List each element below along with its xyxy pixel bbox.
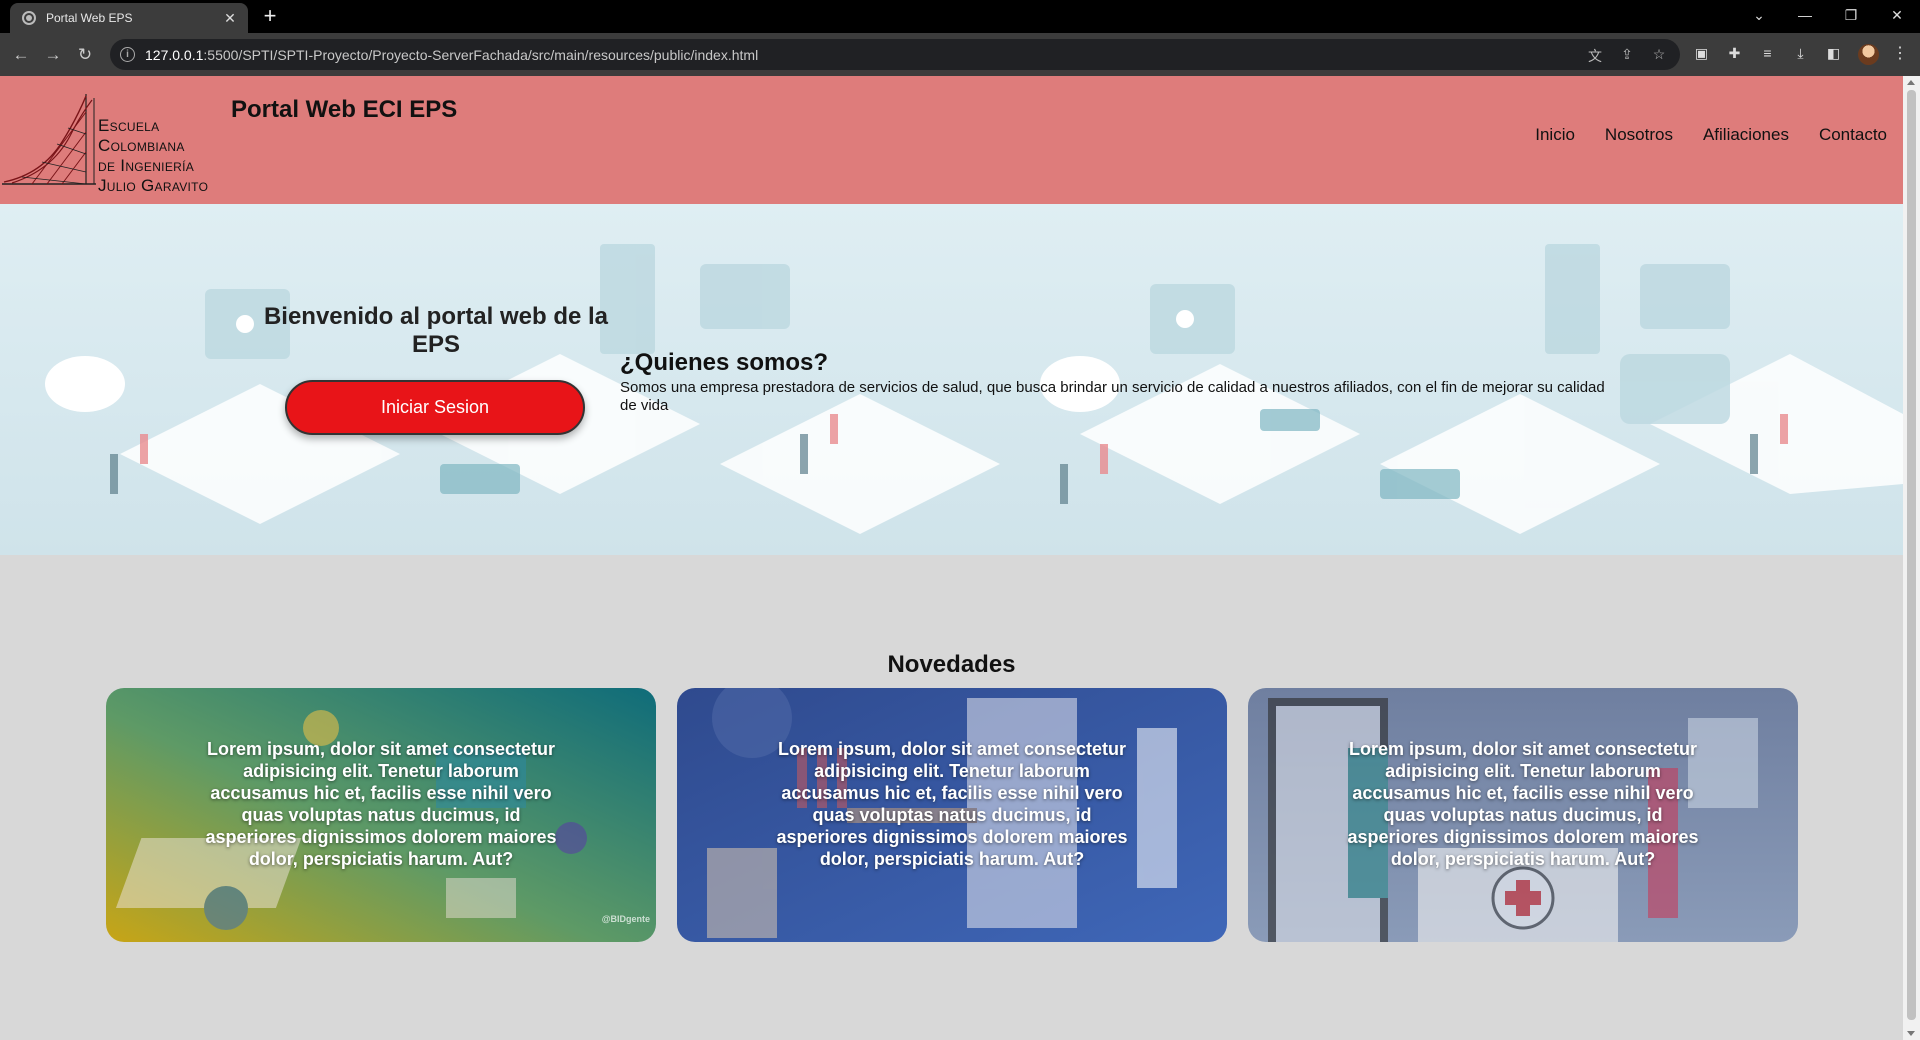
logo-line: Julio Garavito — [98, 176, 209, 195]
extension-toolbar: ▣ ✚ ≡ ⤓ ◧ — [1692, 45, 1843, 62]
cast-icon[interactable]: ▣ — [1692, 45, 1711, 62]
omnibox-actions: 文 ⇪ ☆ — [1586, 46, 1668, 66]
logo-line: Escuela — [98, 116, 160, 135]
page-viewport: Escuela Colombiana de Ingeniería Julio G… — [0, 76, 1903, 1040]
back-button[interactable]: ← — [8, 42, 34, 68]
logo-line: Colombiana — [98, 136, 185, 155]
site-header: Escuela Colombiana de Ingeniería Julio G… — [0, 76, 1903, 204]
nav-link-nosotros[interactable]: Nosotros — [1605, 125, 1673, 145]
scroll-thumb[interactable] — [1907, 90, 1916, 1020]
news-cards: Lorem ipsum, dolor sit amet consectetur … — [106, 688, 1798, 942]
sidebar-icon[interactable]: ◧ — [1824, 45, 1843, 62]
tab-title: Portal Web EPS — [46, 11, 133, 25]
nav-link-afiliaciones[interactable]: Afiliaciones — [1703, 125, 1789, 145]
card-text: Lorem ipsum, dolor sit amet consectetur … — [205, 739, 557, 869]
tab-search-button[interactable]: ⌄ — [1736, 0, 1782, 30]
login-button[interactable]: Iniciar Sesion — [285, 380, 585, 435]
url-path: :5500/SPTI/SPTI-Proyecto/Proyecto-Server… — [203, 46, 759, 63]
nav-link-contacto[interactable]: Contacto — [1819, 125, 1887, 145]
university-logo: Escuela Colombiana de Ingeniería Julio G… — [2, 92, 232, 202]
browser-tab[interactable]: Portal Web EPS ✕ — [10, 3, 248, 33]
card-credit: @BIDgente — [601, 914, 650, 924]
url-text[interactable]: 127.0.0.1:5500/SPTI/SPTI-Proyecto/Proyec… — [145, 47, 758, 63]
restore-button[interactable]: ❐ — [1828, 0, 1874, 30]
main-nav: Inicio Nosotros Afiliaciones Contacto — [1535, 125, 1887, 145]
about-heading: ¿Quienes somos? — [620, 349, 829, 376]
hero-section: Bienvenido al portal web de la EPS Inici… — [0, 204, 1903, 555]
window-controls: ⌄ — ❐ ✕ — [1736, 0, 1920, 30]
reload-button[interactable]: ↻ — [72, 42, 98, 68]
forward-button[interactable]: → — [40, 42, 66, 68]
scroll-up-icon[interactable] — [1907, 80, 1915, 85]
browser-tab-strip: Portal Web EPS ✕ + ⌄ — ❐ ✕ — [0, 0, 1920, 33]
logo-emblem-icon — [2, 94, 96, 185]
about-text: Somos una empresa prestadora de servicio… — [620, 379, 1605, 414]
close-tab-icon[interactable]: ✕ — [222, 10, 238, 27]
nav-link-inicio[interactable]: Inicio — [1535, 125, 1575, 145]
news-card[interactable]: Lorem ipsum, dolor sit amet consectetur … — [1248, 688, 1798, 942]
scroll-down-icon[interactable] — [1907, 1031, 1915, 1036]
logo-line: de Ingeniería — [98, 156, 195, 175]
news-card[interactable]: Lorem ipsum, dolor sit amet consectetur … — [106, 688, 656, 942]
profile-avatar[interactable] — [1858, 44, 1879, 65]
minimize-button[interactable]: — — [1782, 0, 1828, 30]
welcome-heading: Bienvenido al portal web de la EPS — [263, 303, 609, 358]
logo-text: Escuela Colombiana de Ingeniería Julio G… — [98, 116, 208, 196]
share-icon[interactable]: ⇪ — [1618, 46, 1636, 66]
url-host: 127.0.0.1 — [145, 46, 204, 63]
puzzle-icon[interactable]: ✚ — [1725, 45, 1744, 62]
page-scrollbar[interactable] — [1903, 76, 1920, 1040]
new-tab-button[interactable]: + — [258, 4, 282, 28]
news-heading: Novedades — [887, 651, 1016, 678]
playlist-icon[interactable]: ≡ — [1758, 45, 1777, 62]
browser-menu-icon[interactable]: ⋮ — [1892, 43, 1908, 63]
translate-icon[interactable]: 文 — [1586, 46, 1604, 66]
star-icon[interactable]: ☆ — [1650, 46, 1668, 66]
download-icon[interactable]: ⤓ — [1791, 45, 1810, 62]
browser-toolbar: ← → ↻ i 127.0.0.1:5500/SPTI/SPTI-Proyect… — [0, 33, 1920, 76]
globe-icon — [22, 11, 36, 25]
site-title: Portal Web ECI EPS — [231, 96, 458, 123]
card-text: Lorem ipsum, dolor sit amet consectetur … — [776, 739, 1128, 869]
address-bar[interactable]: i 127.0.0.1:5500/SPTI/SPTI-Proyecto/Proy… — [110, 39, 1680, 70]
site-info-icon[interactable]: i — [120, 47, 135, 62]
news-card[interactable]: Lorem ipsum, dolor sit amet consectetur … — [677, 688, 1227, 942]
close-window-button[interactable]: ✕ — [1874, 0, 1920, 30]
card-text: Lorem ipsum, dolor sit amet consectetur … — [1347, 739, 1699, 869]
